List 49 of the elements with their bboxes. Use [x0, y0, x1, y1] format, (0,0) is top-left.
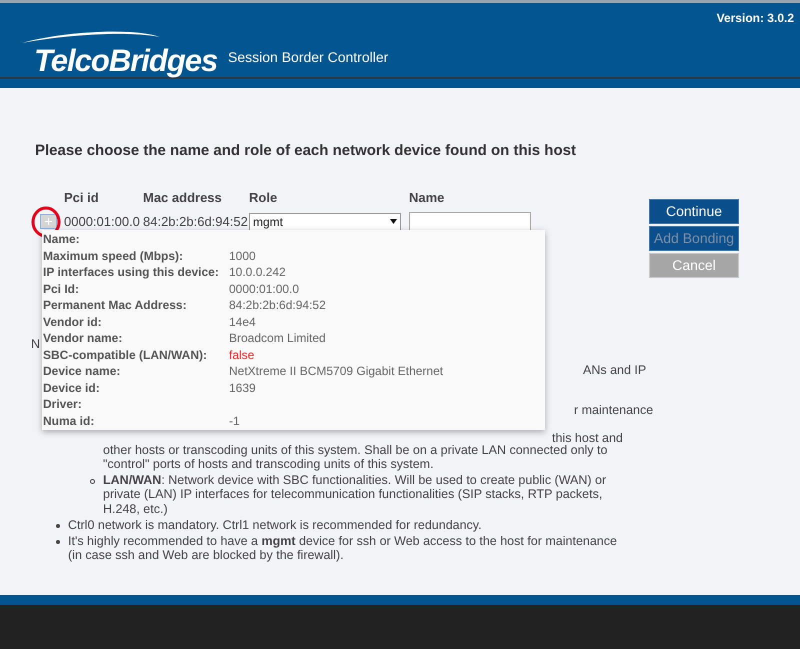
- detail-label: Numa id:: [43, 412, 96, 429]
- role-select[interactable]: mgmt: [249, 212, 401, 230]
- detail-label: Device name:: [43, 363, 122, 380]
- product-title: Session Border Controller: [228, 48, 388, 66]
- action-button[interactable]: Continue: [649, 198, 739, 224]
- column-header: Pci id: [64, 188, 100, 207]
- note-text: other hosts or transcoding units of this system. Shall be on a private LAN connected only to "control" ports of hosts and transcoding units of this system.: [103, 442, 608, 472]
- detail-value: 1639: [229, 380, 256, 396]
- detail-label: SBC-compatible (LAN/WAN):: [43, 346, 208, 363]
- bullet-icon: [56, 540, 60, 544]
- expand-button[interactable]: [40, 214, 57, 229]
- bullet-icon: [90, 478, 95, 484]
- notes-fragment: ANs and IP: [583, 362, 646, 378]
- page-heading: Please choose the name and role of each network device found on this host: [35, 141, 577, 161]
- detail-value: -1: [229, 412, 240, 429]
- column-header: Name: [409, 188, 444, 207]
- detail-label: Pci Id:: [43, 280, 80, 297]
- bullet-icon: [56, 524, 60, 528]
- logo-text: TelcoBridges: [34, 45, 218, 76]
- column-header: Mac address: [143, 188, 223, 207]
- detail-label: Permanent Mac Address:: [43, 297, 188, 314]
- notes-fragment: this host and: [552, 430, 623, 442]
- column-header: Role: [249, 188, 278, 207]
- note-text: LAN/WAN: Network device with SBC functionalities. Will be used to create public (WAN) or private (LAN) IP interfaces for telecommunication functionalities (SIP stacks, RTP packets, H.248, etc.): [103, 472, 608, 516]
- detail-value: 14e4: [229, 314, 256, 330]
- detail-value: 10.0.0.242: [229, 264, 286, 280]
- detail-label: Maximum speed (Mbps):: [43, 248, 184, 264]
- detail-value: Broadcom Limited: [229, 330, 326, 346]
- note-text: Ctrl0 network is mandatory. Ctrl1 network is recommended for redundancy.: [68, 518, 483, 532]
- pci-id-cell-text: 0000:01:00.0: [64, 212, 141, 231]
- version-label: Version: 3.0.2: [716, 10, 794, 27]
- detail-label: Device id:: [43, 380, 101, 396]
- detail-value: 84:2b:2b:6d:94:52: [229, 297, 326, 314]
- caret-icon: [390, 219, 397, 224]
- detail-label: Vendor id:: [43, 314, 103, 330]
- detail-value: 0000:01:00.0: [229, 280, 300, 297]
- detail-label: IP interfaces using this device:: [43, 264, 220, 280]
- name-input[interactable]: [409, 212, 531, 232]
- note-text: It's highly recommended to have a mgmt device for ssh or Web access to the host for maintenance (in case ssh and Web are blocked by the firewall).: [68, 534, 618, 562]
- detail-label: Vendor name:: [43, 330, 124, 346]
- notes-fragment: r maintenance: [574, 402, 654, 418]
- detail-label: Driver:: [43, 396, 83, 412]
- detail-value: false: [229, 346, 254, 363]
- detail-value: 1000: [229, 248, 256, 264]
- swoosh-icon: [20, 30, 160, 44]
- detail-label: Name:: [43, 231, 81, 248]
- detail-value: NetXtreme II BCM5709 Gigabit Ethernet: [229, 363, 444, 380]
- notes-fragment: N: [31, 336, 40, 352]
- mac-address-cell-text: 84:2b:2b:6d:94:52: [143, 212, 249, 231]
